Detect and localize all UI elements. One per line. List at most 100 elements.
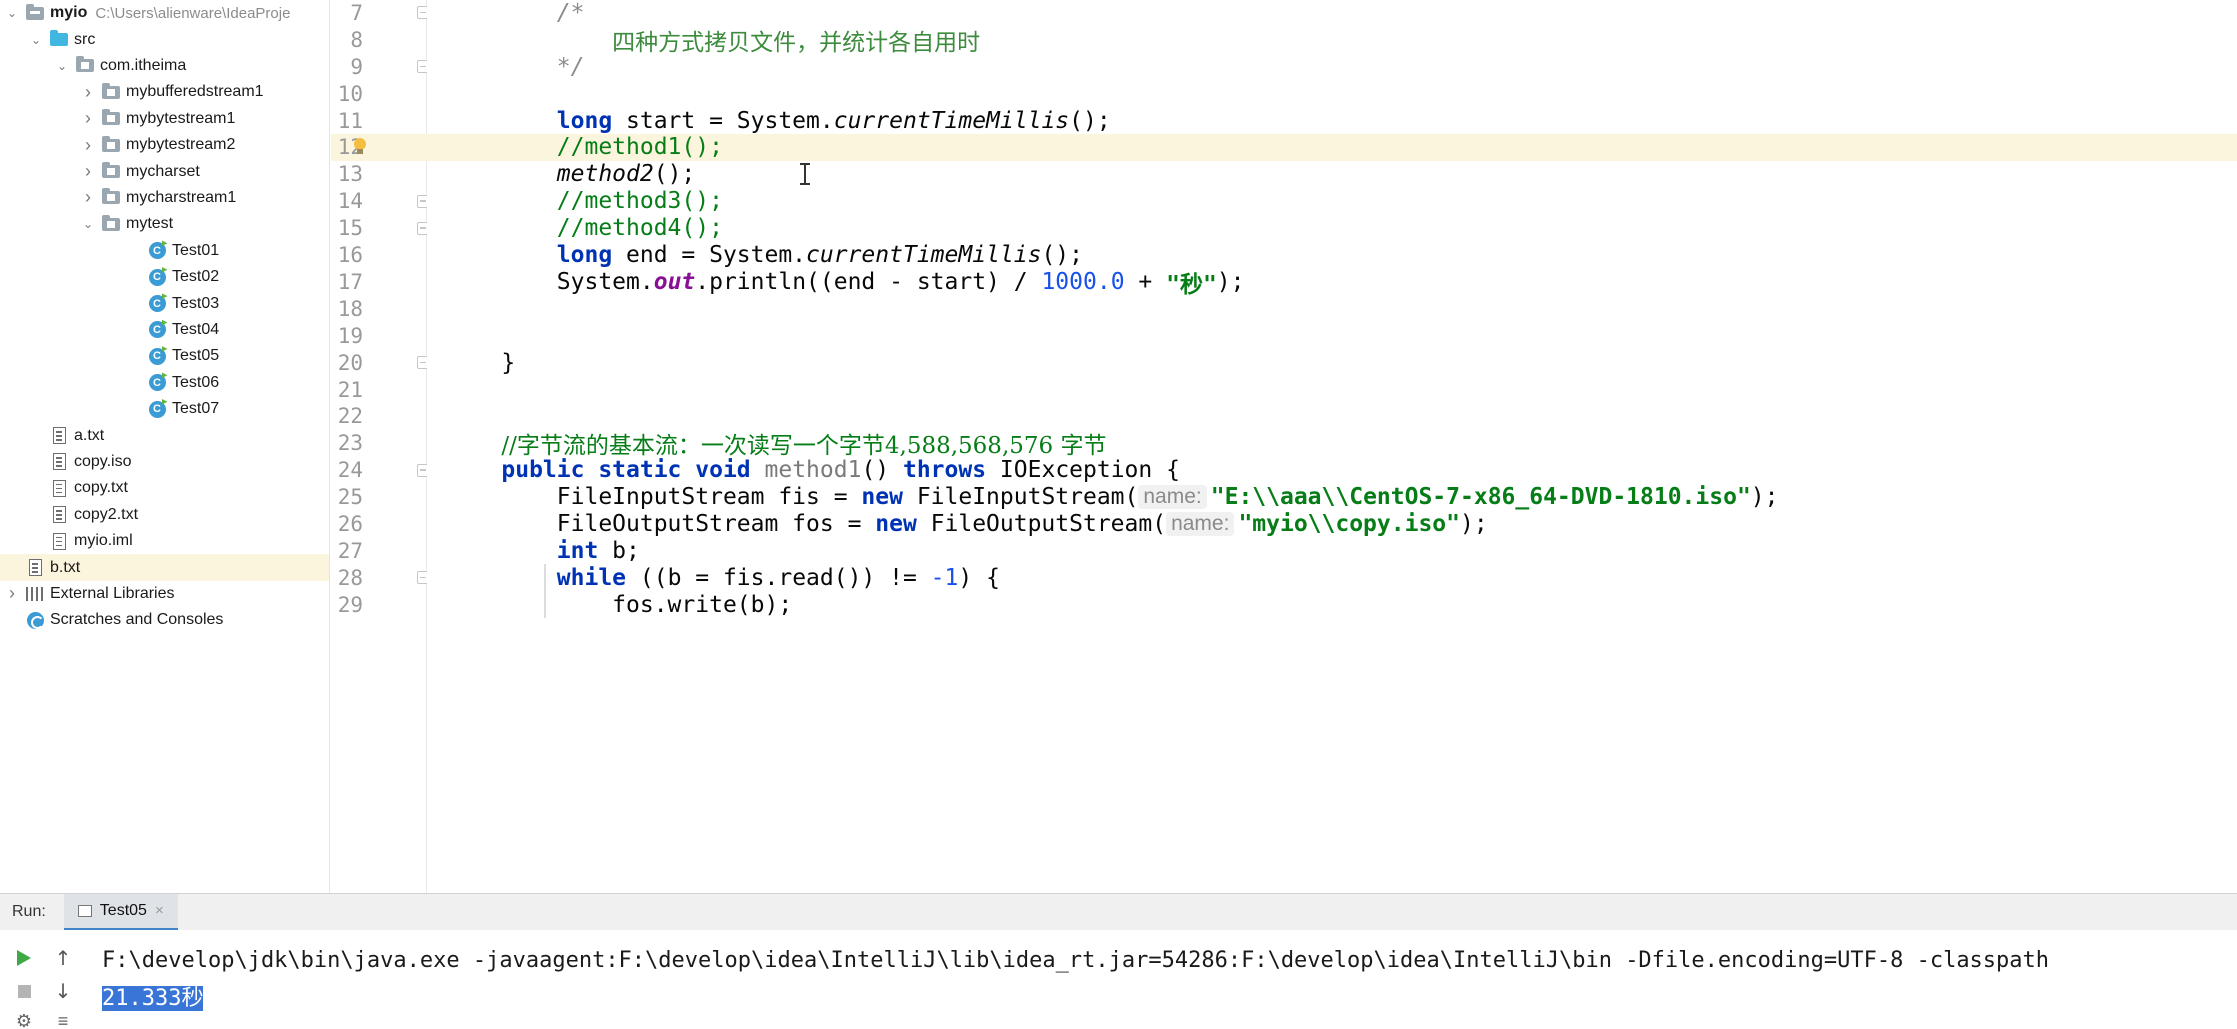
code-line[interactable]: 四种方式拷贝文件，并统计各自用时 bbox=[427, 26, 2237, 56]
line-number: 14 bbox=[337, 189, 363, 214]
tree-item[interactable]: ⌄ mytest bbox=[0, 211, 329, 237]
code-line[interactable]: System. out .println((end - start) / 1000.… bbox=[427, 269, 2237, 298]
chevron-right-icon[interactable]: › bbox=[80, 82, 96, 103]
code-line[interactable]: //字节流的基本流：一次读写一个字节4,588,568,576 字节 bbox=[427, 430, 2237, 459]
scroll-up-button[interactable]: ↑ bbox=[52, 946, 74, 970]
close-icon[interactable]: × bbox=[155, 902, 164, 919]
rerun-button[interactable] bbox=[13, 947, 35, 969]
code-line[interactable]: //method3(); bbox=[427, 188, 2237, 215]
java-class-icon: C bbox=[146, 374, 168, 392]
text-file-icon-shape bbox=[28, 559, 42, 577]
code-line[interactable]: //method1(); bbox=[427, 134, 2237, 161]
tree-item[interactable]: › External Libraries bbox=[0, 581, 329, 607]
text-file-icon bbox=[48, 479, 70, 497]
tree-item[interactable]: ⌄ myio C:\Users\alienware\IdeaProje bbox=[0, 0, 329, 26]
console-output-selected[interactable]: 21.333秒 bbox=[102, 986, 204, 1011]
code-line[interactable]: long end = System. currentTimeMillis (); bbox=[427, 242, 2237, 269]
tree-item[interactable]: ›CTest04 bbox=[0, 317, 329, 343]
tree-item[interactable]: ›CTest02 bbox=[0, 264, 329, 290]
scroll-down-button[interactable]: ↓ bbox=[52, 979, 74, 1003]
gutter-line: 21 bbox=[331, 376, 427, 403]
tree-item[interactable]: › mybytestream2 bbox=[0, 132, 329, 158]
code-line[interactable]: fos.write(b); bbox=[427, 591, 2237, 618]
code-line[interactable]: FileInputStream fis = new FileInputStrea… bbox=[427, 484, 2237, 511]
indent-guide bbox=[544, 564, 546, 619]
tree-item[interactable]: ›Scratches and Consoles bbox=[0, 607, 329, 633]
code-line[interactable]: } bbox=[427, 349, 2237, 376]
code-line[interactable]: public static void method1() throws IOEx… bbox=[427, 457, 2237, 484]
code-line[interactable]: //method4(); bbox=[427, 215, 2237, 242]
intention-bulb-icon[interactable] bbox=[353, 138, 367, 155]
line-number: 28 bbox=[337, 565, 363, 590]
stop-button[interactable] bbox=[13, 980, 35, 1002]
settings-button[interactable]: ⚙ bbox=[13, 1010, 35, 1029]
tree-item[interactable]: ›copy2.txt bbox=[0, 502, 329, 528]
tree-item[interactable]: ›CTest01 bbox=[0, 238, 329, 264]
tree-item[interactable]: ›CTest07 bbox=[0, 396, 329, 422]
code-line[interactable]: long start = System. currentTimeMillis (); bbox=[427, 107, 2237, 134]
code-line[interactable]: */ bbox=[427, 53, 2237, 80]
code-line[interactable] bbox=[427, 322, 2237, 349]
soft-wrap-button[interactable]: ≡ bbox=[52, 1010, 74, 1029]
tree-item[interactable]: › mybufferedstream1 bbox=[0, 79, 329, 105]
chevron-down-icon[interactable]: ⌄ bbox=[80, 217, 96, 231]
chevron-right-icon[interactable]: › bbox=[80, 108, 96, 129]
run-console[interactable]: F:\develop\jdk\bin\java.exe -javaagent:F… bbox=[0, 930, 2237, 1029]
chevron-right-icon[interactable]: › bbox=[80, 135, 96, 156]
run-tab-test05[interactable]: Test05 × bbox=[63, 893, 178, 931]
chevron-down-icon[interactable]: ⌄ bbox=[4, 6, 20, 20]
line-number: 25 bbox=[337, 485, 363, 510]
line-number: 17 bbox=[337, 269, 363, 294]
code-editor[interactable]: /* 四种方式拷贝文件，并统计各自用时 */ long start = Syst… bbox=[427, 0, 2237, 893]
tree-item[interactable]: ›myio.iml bbox=[0, 528, 329, 554]
gutter-line: 20 bbox=[331, 349, 430, 376]
code-line[interactable] bbox=[427, 295, 2237, 322]
java-class-icon: C bbox=[146, 321, 168, 339]
java-class-icon: C bbox=[146, 400, 168, 418]
code-token: currentTimeMillis bbox=[833, 107, 1070, 134]
text-file-icon-shape bbox=[52, 506, 66, 524]
tree-item-label: mytest bbox=[126, 215, 174, 233]
package-folder-icon-shape bbox=[102, 162, 120, 179]
tree-item[interactable]: ›CTest05 bbox=[0, 343, 329, 369]
code-line[interactable]: method2 (); bbox=[427, 161, 2237, 188]
chevron-down-icon[interactable]: ⌄ bbox=[28, 33, 44, 47]
code-line[interactable]: int b; bbox=[427, 538, 2237, 565]
code-line[interactable]: while ((b = fis.read()) != -1) { bbox=[427, 564, 2237, 591]
chevron-right-icon[interactable]: › bbox=[80, 161, 96, 182]
tree-item-label: src bbox=[74, 30, 96, 48]
tree-item[interactable]: ›CTest06 bbox=[0, 370, 329, 396]
tree-item[interactable]: › mycharstream1 bbox=[0, 185, 329, 211]
java-class-icon-shape: C bbox=[148, 347, 166, 365]
tree-item[interactable]: ›a.txt bbox=[0, 422, 329, 448]
chevron-right-icon[interactable]: › bbox=[80, 187, 96, 208]
code-line[interactable] bbox=[427, 376, 2237, 403]
package-folder-icon bbox=[100, 162, 122, 181]
tree-item-label: Test06 bbox=[172, 373, 220, 391]
chevron-right-icon[interactable]: › bbox=[4, 583, 20, 604]
tree-item[interactable]: › mycharset bbox=[0, 158, 329, 184]
code-line[interactable]: FileOutputStream fos = new FileOutputStr… bbox=[427, 511, 2237, 538]
code-token: new bbox=[875, 511, 917, 538]
code-token: FileOutputStream( bbox=[916, 511, 1167, 538]
tree-item[interactable]: ⌄ com.itheima bbox=[0, 53, 329, 79]
code-token: b; bbox=[598, 537, 640, 564]
tree-item[interactable]: ›b.txt bbox=[0, 554, 329, 581]
tree-item[interactable]: › mybytestream1 bbox=[0, 106, 329, 132]
tree-item[interactable]: ⌄ src bbox=[0, 26, 329, 52]
scratches-icon-shape bbox=[26, 611, 44, 629]
chevron-down-icon[interactable]: ⌄ bbox=[54, 59, 70, 73]
tree-item-label: Test02 bbox=[172, 268, 220, 286]
code-token: throws bbox=[902, 457, 987, 484]
tree-item[interactable]: ›CTest03 bbox=[0, 290, 329, 316]
tree-item[interactable]: ›copy.txt bbox=[0, 475, 329, 501]
tree-item[interactable]: ›copy.iso bbox=[0, 449, 329, 475]
stop-icon bbox=[17, 984, 31, 998]
code-token: fos.write(b); bbox=[446, 591, 793, 618]
code-line[interactable] bbox=[427, 80, 2237, 107]
